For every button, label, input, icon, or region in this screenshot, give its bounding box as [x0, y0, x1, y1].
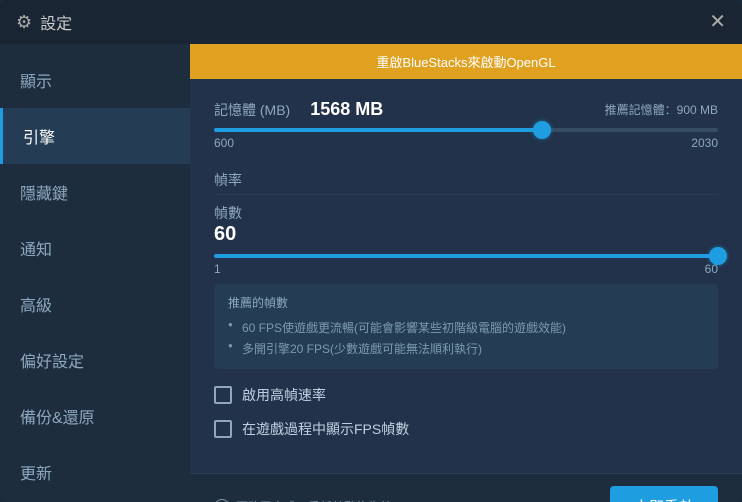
window-title: 設定	[40, 10, 72, 34]
sidebar-item-backup[interactable]: 備份&還原	[0, 388, 190, 444]
fps-section-header: 幀率	[214, 170, 718, 195]
main-panel: 重啟BlueStacks來啟動OpenGL 記憶體 (MB) 1568 MB 推…	[190, 44, 742, 502]
showfps-checkbox[interactable]	[214, 420, 232, 438]
title-bar: ⚙ 設定 ✕	[0, 0, 742, 44]
memory-slider-fill	[214, 128, 542, 132]
bottom-info: i 更改已完成，重新啟動後生效	[214, 498, 392, 502]
fps-note-item-0: 60 FPS使遊戲更流暢(可能會影響某些初階級電腦的遊戲效能)	[228, 317, 704, 338]
memory-slider-track	[214, 128, 718, 132]
highfps-label: 啟用高幀速率	[242, 385, 326, 405]
memory-label: 記憶體 (MB)	[214, 100, 290, 120]
memory-max: 2030	[691, 136, 718, 150]
fps-slider-container[interactable]	[214, 254, 718, 258]
content-area: 顯示 引擎 隱藏鍵 通知 高級 偏好設定 備份&還原 更新	[0, 44, 742, 502]
restart-button[interactable]: 立即重啟	[610, 486, 718, 502]
memory-slider-thumb[interactable]	[533, 121, 551, 139]
sidebar: 顯示 引擎 隱藏鍵 通知 高級 偏好設定 備份&還原 更新	[0, 44, 190, 502]
bottom-info-text: 更改已完成，重新啟動後生效	[236, 498, 392, 502]
info-icon: i	[214, 499, 230, 502]
fps-min: 1	[214, 262, 221, 276]
showfps-checkbox-row[interactable]: 在遊戲過程中顯示FPS幀數	[214, 419, 718, 439]
fps-label: 幀數	[214, 203, 718, 223]
bottom-bar: i 更改已完成，重新啟動後生效 立即重啟	[190, 473, 742, 502]
sidebar-item-preferences[interactable]: 偏好設定	[0, 332, 190, 388]
settings-content: 記憶體 (MB) 1568 MB 推薦記憶體：900 MB 600 2030	[190, 79, 742, 473]
fps-note-title: 推薦的幀數	[228, 294, 704, 311]
fps-setting: 幀數 60 1 60 推薦的幀數	[214, 203, 718, 369]
fps-note: 推薦的幀數 60 FPS使遊戲更流暢(可能會影響某些初階級電腦的遊戲效能) 多開…	[214, 284, 718, 369]
highfps-checkbox[interactable]	[214, 386, 232, 404]
showfps-label: 在遊戲過程中顯示FPS幀數	[242, 419, 409, 439]
fps-slider-thumb[interactable]	[709, 247, 727, 265]
fps-slider-fill	[214, 254, 718, 258]
fps-note-list: 60 FPS使遊戲更流暢(可能會影響某些初階級電腦的遊戲效能) 多開引擎20 F…	[228, 317, 704, 359]
memory-slider-container[interactable]	[214, 128, 718, 132]
memory-value: 1568 MB	[310, 99, 383, 120]
sidebar-item-engine[interactable]: 引擎	[0, 108, 190, 164]
settings-window: ⚙ 設定 ✕ 顯示 引擎 隱藏鍵 通知 高級 偏好設定	[0, 0, 742, 502]
memory-min: 600	[214, 136, 234, 150]
sidebar-item-hotkeys[interactable]: 隱藏鍵	[0, 164, 190, 220]
sidebar-item-advanced[interactable]: 高級	[0, 276, 190, 332]
highfps-checkbox-row[interactable]: 啟用高幀速率	[214, 385, 718, 405]
memory-slider-range: 600 2030	[214, 136, 718, 150]
sidebar-item-update[interactable]: 更新	[0, 444, 190, 500]
gear-icon: ⚙	[16, 12, 32, 33]
close-button[interactable]: ✕	[709, 12, 726, 32]
sidebar-item-notification[interactable]: 通知	[0, 220, 190, 276]
fps-note-item-1: 多開引擎20 FPS(少數遊戲可能無法順利執行)	[228, 338, 704, 359]
sidebar-item-display[interactable]: 顯示	[0, 52, 190, 108]
fps-value: 60	[214, 223, 718, 246]
notice-bar: 重啟BlueStacks來啟動OpenGL	[190, 44, 742, 79]
memory-header: 記憶體 (MB) 1568 MB 推薦記憶體：900 MB	[214, 99, 718, 120]
fps-slider-range: 1 60	[214, 262, 718, 276]
memory-recommended: 推薦記憶體：900 MB	[605, 101, 718, 118]
memory-setting: 記憶體 (MB) 1568 MB 推薦記憶體：900 MB 600 2030	[214, 99, 718, 150]
fps-slider-track	[214, 254, 718, 258]
